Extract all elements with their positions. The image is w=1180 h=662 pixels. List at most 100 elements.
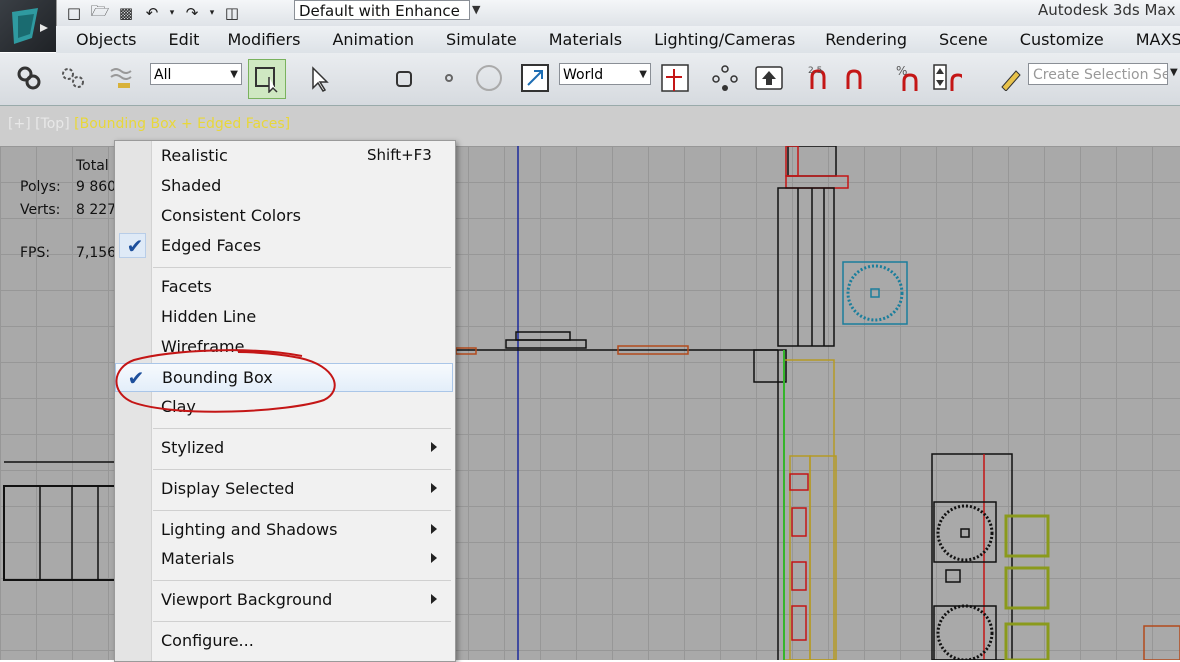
menu-separator (153, 510, 451, 511)
menu-item-configure[interactable]: Configure... (115, 627, 453, 656)
menu-separator (153, 469, 451, 470)
menu-item-display-selected[interactable]: Display Selected (115, 475, 453, 504)
menu-item-label: Display Selected (161, 479, 295, 498)
submenu-arrow-icon (431, 442, 437, 452)
menu-separator (153, 428, 451, 429)
menu-simulate[interactable]: Simulate (446, 26, 517, 53)
menu-item-viewport-background[interactable]: Viewport Background (115, 586, 453, 615)
keyboard-shortcut-override-icon[interactable] (754, 63, 784, 93)
viewport-label: [+] [Top] [Bounding Box + Edged Faces] (8, 116, 290, 132)
menu-item-edged-faces[interactable]: ✔ Edged Faces (115, 232, 453, 261)
quick-access-toolbar: □ 🗁 ▩ ↶ ▾ ↷ ▾ ◫ (64, 2, 242, 24)
stats-verts-value: 8 227 (76, 202, 117, 218)
named-selection-sets-input[interactable]: Create Selection Se (1028, 63, 1168, 85)
undo-dropdown-icon[interactable]: ▾ (168, 3, 176, 23)
submenu-arrow-icon (431, 483, 437, 493)
new-file-icon[interactable]: □ (64, 3, 84, 23)
menu-item-hidden-line[interactable]: Hidden Line (115, 303, 453, 332)
chevron-down-icon: ▼ (230, 69, 238, 80)
app-logo-button[interactable] (0, 0, 57, 52)
stats-polys-value: 9 860 (76, 179, 117, 195)
reference-coordinate-system-select[interactable]: World ▼ (559, 63, 651, 85)
undo-icon[interactable]: ↶ (142, 3, 162, 23)
checkmark-icon: ✔ (127, 366, 145, 390)
menu-item-facets[interactable]: Facets (115, 273, 453, 302)
window-crossing-icon[interactable] (434, 63, 464, 93)
menu-customize[interactable]: Customize (1020, 26, 1104, 53)
menu-item-label: Viewport Background (161, 590, 333, 609)
menu-item-realistic[interactable]: Realistic Shift+F3 (115, 142, 453, 171)
menu-item-shortcut: Shift+F3 (367, 146, 432, 164)
menu-item-lighting-and-shadows[interactable]: Lighting and Shadows (115, 516, 453, 545)
chevron-down-icon: ▼ (639, 69, 647, 80)
spinner-snap-toggle-icon[interactable] (932, 63, 962, 93)
menu-item-label: Lighting and Shadows (161, 520, 338, 539)
select-by-name-icon[interactable] (304, 63, 334, 93)
stats-verts-label: Verts: (20, 202, 61, 218)
submenu-arrow-icon (431, 524, 437, 534)
edit-named-selection-icon[interactable] (996, 63, 1026, 93)
menu-bar: Objects Edit Modifiers Animation Simulat… (56, 26, 1180, 53)
submenu-arrow-icon (431, 553, 437, 563)
menu-item-label: Hidden Line (161, 307, 257, 326)
select-and-manipulate-icon[interactable] (710, 63, 740, 93)
use-pivot-point-center-icon[interactable] (660, 63, 690, 93)
stats-total-label: Total (76, 158, 109, 174)
select-and-link-icon[interactable] (14, 63, 44, 93)
menu-item-label: Edged Faces (161, 236, 262, 255)
menu-item-shaded[interactable]: Shaded (115, 172, 453, 201)
viewport-general-menu[interactable]: [+] (8, 116, 31, 132)
menu-item-clay[interactable]: Clay (115, 393, 453, 422)
menu-maxscript[interactable]: MAXScript (1136, 26, 1180, 53)
percent-snap-toggle-icon[interactable]: % (894, 63, 924, 93)
menu-scene[interactable]: Scene (939, 26, 988, 53)
checkmark-icon: ✔ (126, 234, 144, 258)
stats-fps-value: 7,156 (76, 245, 117, 261)
menu-item-wireframe[interactable]: Wireframe (115, 333, 453, 362)
menu-item-stylized[interactable]: Stylized (115, 434, 453, 463)
menu-item-label: Stylized (161, 438, 225, 457)
menu-item-bounding-box[interactable]: ✔ Bounding Box (115, 363, 453, 392)
menu-item-label: Wireframe (161, 337, 245, 356)
workspace-select[interactable]: Default with Enhance (294, 0, 470, 20)
menu-materials[interactable]: Materials (549, 26, 622, 53)
menu-item-label: Materials (161, 549, 235, 568)
menu-animation[interactable]: Animation (332, 26, 414, 53)
angle-snap-toggle-icon[interactable] (842, 63, 872, 93)
unlink-selection-icon[interactable] (58, 63, 88, 93)
workspace-dropdown-icon[interactable]: ▼ (472, 0, 486, 20)
menu-rendering[interactable]: Rendering (825, 26, 907, 53)
select-object-icon[interactable] (248, 59, 286, 99)
menu-item-consistent-colors[interactable]: Consistent Colors (115, 202, 453, 231)
menu-edit[interactable]: Edit (168, 26, 199, 53)
menu-separator (153, 580, 451, 581)
redo-dropdown-icon[interactable]: ▾ (208, 3, 216, 23)
3dsmax-logo-icon (12, 8, 48, 44)
rectangular-selection-region-icon[interactable] (390, 63, 420, 93)
chevron-down-icon[interactable]: ▼ (1170, 67, 1178, 78)
stats-fps-label: FPS: (20, 245, 51, 261)
menu-item-materials[interactable]: Materials (115, 545, 453, 574)
stats-polys-label: Polys: (20, 179, 61, 195)
submenu-arrow-icon (431, 594, 437, 604)
open-folder-icon[interactable]: 🗁 (90, 2, 110, 23)
menu-item-label: Shaded (161, 176, 222, 195)
menu-objects[interactable]: Objects (76, 26, 136, 53)
snaps-toggle-icon[interactable]: 2.5 (806, 63, 836, 93)
select-and-scale-icon[interactable] (520, 63, 550, 93)
menu-item-label: Facets (161, 277, 212, 296)
selection-filter-select[interactable]: All ▼ (150, 63, 242, 85)
menu-item-label: Consistent Colors (161, 206, 301, 225)
menu-separator (153, 267, 451, 268)
project-folder-icon[interactable]: ◫ (222, 3, 242, 23)
bind-to-space-warp-icon[interactable] (106, 63, 136, 93)
viewport-shading-menu[interactable]: [Bounding Box + Edged Faces] (74, 116, 290, 132)
main-toolbar: All ▼ World ▼ 2.5 % Create Selection Se ▼ (0, 53, 1180, 106)
viewport-shading-context-menu: Realistic Shift+F3 Shaded Consistent Col… (114, 140, 456, 662)
redo-icon[interactable]: ↷ (182, 3, 202, 23)
menu-lighting-cameras[interactable]: Lighting/Cameras (654, 26, 795, 53)
save-icon[interactable]: ▩ (116, 3, 136, 23)
menu-modifiers[interactable]: Modifiers (227, 26, 300, 53)
viewport-point-of-view-menu[interactable]: [Top] (35, 116, 70, 132)
select-and-move-icon[interactable] (474, 63, 504, 93)
